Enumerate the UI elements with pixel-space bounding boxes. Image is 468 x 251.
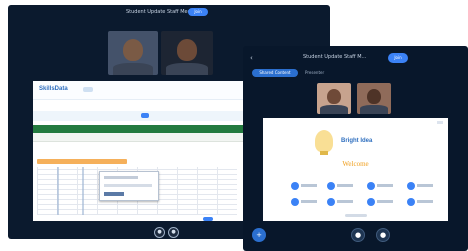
participant-face — [123, 38, 143, 61]
lightbulb-icon — [315, 130, 333, 152]
grid-column — [57, 167, 59, 215]
feature-text — [417, 184, 433, 187]
shared-content-button[interactable]: Shared Content — [252, 69, 298, 77]
slide-corner-mark — [437, 121, 443, 124]
participant-face — [367, 88, 381, 105]
spreadsheet-highlight-row — [37, 159, 127, 164]
feature-text — [417, 200, 433, 203]
shared-presentation-slide[interactable]: Bright Idea Welcome — [263, 118, 448, 221]
participant-face — [327, 88, 341, 105]
feature-text — [377, 184, 393, 187]
participant-face — [176, 38, 198, 61]
presenter-label: Presenter — [305, 70, 325, 75]
spreadsheet-ribbon — [33, 125, 246, 133]
camera-icon[interactable]: ● — [376, 228, 390, 242]
shared-app-brand: SkillsData — [39, 86, 68, 92]
add-button[interactable]: + — [252, 228, 266, 242]
microphone-icon[interactable]: ● — [154, 227, 165, 238]
feature-icon — [291, 182, 299, 190]
participant-video-1[interactable] — [108, 31, 158, 75]
desktop-title-bar: Student Update Staff Meeting Join — [8, 5, 330, 23]
feature-icon — [367, 198, 375, 206]
participant-body — [320, 105, 348, 114]
mobile-meeting-title: Student Update Staff M... — [303, 54, 367, 60]
shared-screen-spreadsheet[interactable]: SkillsData — [33, 81, 246, 221]
shared-app-header: SkillsData — [33, 81, 246, 100]
feature-icon — [367, 182, 375, 190]
shared-info-row — [33, 111, 246, 121]
feature-text — [301, 200, 317, 203]
participant-body — [166, 62, 208, 75]
lightbulb-base-icon — [320, 151, 328, 155]
dialog-line — [104, 176, 138, 179]
slide-welcome: Welcome — [342, 160, 369, 168]
mobile-meeting-window: ‹ Student Update Staff M... Join Shared … — [243, 46, 468, 251]
feature-icon — [327, 198, 335, 206]
mobile-join-pill[interactable]: Join — [388, 53, 408, 63]
feature-text — [337, 184, 353, 187]
participant-video-3[interactable] — [317, 83, 351, 114]
spreadsheet-dialog[interactable] — [99, 171, 159, 201]
feature-icon — [407, 182, 415, 190]
feature-icon — [327, 182, 335, 190]
back-arrow-icon[interactable]: ‹ — [250, 54, 253, 62]
microphone-icon[interactable]: ● — [351, 228, 365, 242]
participant-body — [360, 105, 388, 114]
feature-text — [301, 184, 317, 187]
participant-video-4[interactable] — [357, 83, 391, 114]
shared-scroll-indicator[interactable] — [203, 217, 213, 221]
desktop-join-pill[interactable]: Join — [188, 8, 208, 16]
feature-text — [337, 200, 353, 203]
feature-icon — [407, 198, 415, 206]
slide-footer — [345, 214, 367, 217]
brand-icon — [83, 87, 93, 92]
spreadsheet-toolbar[interactable] — [33, 133, 246, 142]
participant-video-2[interactable] — [161, 31, 213, 75]
feature-text — [377, 200, 393, 203]
participant-body — [113, 62, 153, 75]
grid-column — [82, 167, 84, 215]
dialog-button[interactable] — [104, 192, 124, 196]
slide-brand: Bright Idea — [341, 138, 373, 144]
dialog-line — [104, 184, 152, 187]
camera-icon[interactable]: ● — [168, 227, 179, 238]
shared-info-button[interactable] — [141, 113, 149, 118]
feature-icon — [291, 198, 299, 206]
